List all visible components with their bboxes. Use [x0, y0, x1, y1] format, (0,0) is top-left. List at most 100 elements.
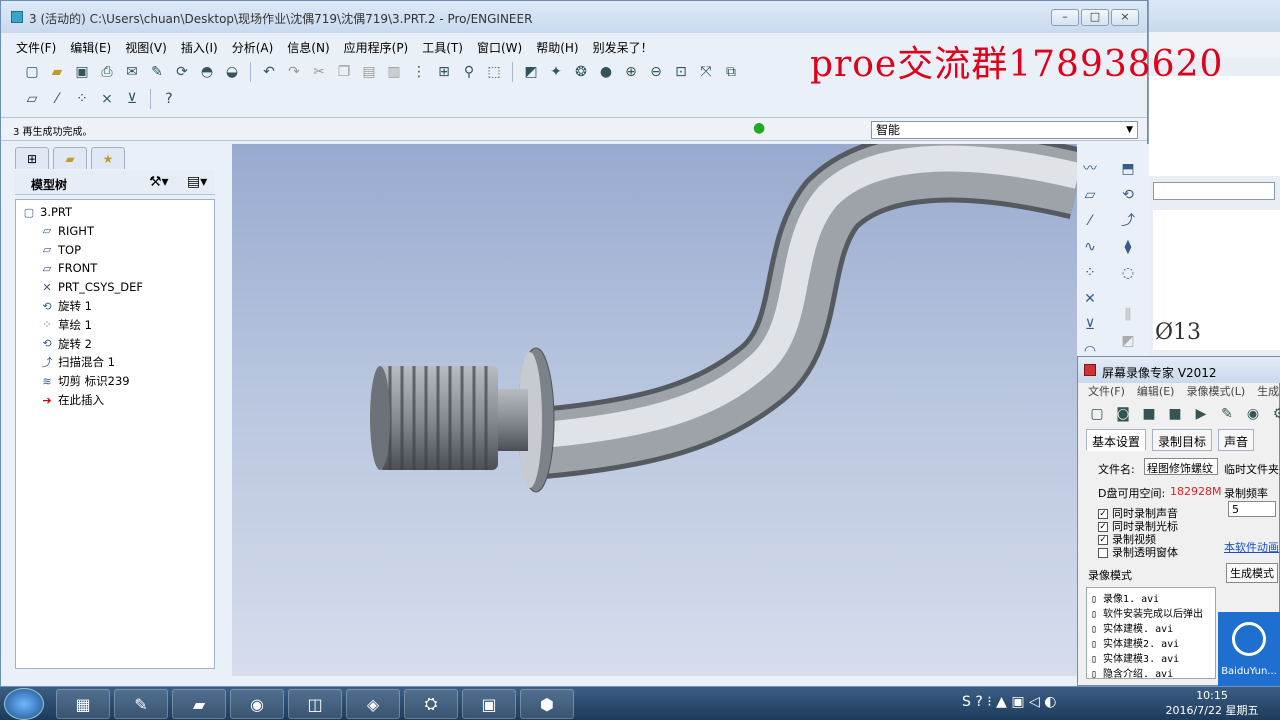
tree-item[interactable]: ≋ 切剪 标识239 [40, 372, 129, 390]
zoom-out-icon[interactable]: ⊖ [645, 61, 667, 83]
menu-item-9[interactable]: 帮助(H) [529, 35, 585, 57]
close-button[interactable]: × [1111, 9, 1139, 26]
recording-list-item[interactable]: ▯ 隐含介绍. avi [1091, 665, 1173, 680]
chrome-taskbar-icon[interactable]: ◉ [230, 689, 284, 719]
menu-item-7[interactable]: 工具(T) [415, 35, 470, 57]
favorites-tab[interactable]: ★ [91, 147, 125, 169]
boundary-icon[interactable]: ◌ [1117, 262, 1139, 284]
revolve-tool-icon[interactable]: ⟲ [1117, 184, 1139, 206]
tree-item[interactable]: ➔ 在此插入 [40, 391, 104, 409]
save-icon[interactable]: ▣ [71, 61, 93, 83]
filename-input[interactable]: 程图修饰螺纹 [1144, 458, 1218, 475]
graphics-viewport[interactable] [232, 130, 1087, 676]
play-icon[interactable]: ■ [1164, 403, 1186, 425]
recorder-tab[interactable]: 声音 [1218, 429, 1255, 451]
tree-item[interactable]: ⟲ 旋转 1 [40, 297, 92, 315]
datum-axis-toggle-icon[interactable]: ⁄ [46, 88, 68, 110]
menu-item-6[interactable]: 应用程序(P) [337, 35, 416, 57]
undo-icon[interactable]: ↶ [258, 61, 280, 83]
menu-item-3[interactable]: 插入(I) [174, 35, 225, 57]
paste-icon[interactable]: ▤ [358, 61, 380, 83]
copy-icon[interactable]: ❐ [333, 61, 355, 83]
recorder-menu-item[interactable]: 生成 [1257, 383, 1279, 401]
calculator-taskbar-icon[interactable]: ▦ [56, 689, 110, 719]
cut-tool-icon[interactable]: ◓ [196, 61, 218, 83]
paste-special-icon[interactable]: ▥ [383, 61, 405, 83]
rate-input[interactable]: 5 [1228, 501, 1276, 517]
datum-plane-toggle-icon[interactable]: ▱ [21, 88, 43, 110]
proe-taskbar-icon[interactable]: ◫ [288, 689, 342, 719]
tree-item[interactable]: ▢ 3.PRT [22, 203, 72, 221]
recording-list-item[interactable]: ▯ 录像1. avi [1091, 590, 1159, 605]
model-tree-tab[interactable]: ⊞ [15, 147, 49, 169]
recording-list-item[interactable]: ▯ 实体建模3. avi [1091, 650, 1179, 665]
folder-browser-tab[interactable]: ▰ [53, 147, 87, 169]
tree-item[interactable]: ⁘ 草绘 1 [40, 316, 92, 334]
blend-icon[interactable]: ⧫ [1117, 236, 1139, 258]
zoom-in-icon[interactable]: ⊕ [620, 61, 642, 83]
sweep-icon[interactable]: ⤴ [1117, 210, 1139, 232]
menu-item-0[interactable]: 文件(F) [9, 35, 63, 57]
stop-icon[interactable]: ◙ [1112, 403, 1134, 425]
merge-icon[interactable]: ◩ [1117, 330, 1139, 352]
menu-item-1[interactable]: 编辑(E) [63, 35, 118, 57]
reorient-icon[interactable]: ⤧ [695, 61, 717, 83]
axis-icon[interactable]: ⁄ [1079, 210, 1101, 232]
recorder-tab[interactable]: 基本设置 [1086, 429, 1147, 451]
select-box-icon[interactable]: ⬚ [483, 61, 505, 83]
maximize-button[interactable]: □ [1081, 9, 1109, 26]
start-button[interactable] [4, 688, 44, 720]
explorer-taskbar-icon[interactable]: ▰ [172, 689, 226, 719]
menu-item-8[interactable]: 窗口(W) [470, 35, 529, 57]
menu-item-4[interactable]: 分析(A) [225, 35, 281, 57]
shading-icon[interactable]: ● [595, 61, 617, 83]
regenerate-icon[interactable]: ⟳ [171, 61, 193, 83]
analysis-icon[interactable]: ⊻ [1079, 314, 1101, 336]
regen-manager-icon[interactable]: ◒ [221, 61, 243, 83]
refit-icon[interactable]: ⊡ [670, 61, 692, 83]
settings-icon[interactable]: ⚙ [1268, 403, 1280, 425]
curve-icon[interactable]: ∿ [1079, 236, 1101, 258]
recording-list-item[interactable]: ▯ 软件安装完成以后弹出 [1091, 605, 1203, 620]
recorder-menu-item[interactable]: 录像模式(L) [1186, 383, 1245, 401]
option-checkbox[interactable]: 录制透明窗体 [1098, 544, 1178, 560]
edit-icon[interactable]: ✎ [146, 61, 168, 83]
new-file-icon[interactable]: ▢ [21, 61, 43, 83]
spin-center-icon[interactable]: ✦ [545, 61, 567, 83]
help-link[interactable]: 本软件动画 [1224, 539, 1279, 555]
recorder-menu-item[interactable]: 编辑(E) [1137, 383, 1175, 401]
scissors-icon[interactable]: ✂ [308, 61, 330, 83]
open-folder-icon[interactable]: ▰ [46, 61, 68, 83]
send-mail-icon[interactable]: ✉ [121, 61, 143, 83]
csys-toggle-icon[interactable]: ⨯ [96, 88, 118, 110]
minimize-button[interactable]: – [1051, 9, 1079, 26]
recording-list-item[interactable]: ▯ 实体建模2. avi [1091, 635, 1179, 650]
binoculars-icon[interactable]: ⚲ [458, 61, 480, 83]
clock[interactable]: 10:15 2016/7/22 星期五 [1160, 688, 1264, 718]
recorder-taskbar-icon[interactable]: ⛭ [404, 689, 458, 719]
select-tree-icon[interactable]: ⋮ [408, 61, 430, 83]
tree-item[interactable]: ⟲ 旋转 2 [40, 335, 92, 353]
orient-mode-icon[interactable]: ❂ [570, 61, 592, 83]
csys-tool-icon[interactable]: ✕ [1079, 288, 1101, 310]
menu-item-2[interactable]: 视图(V) [118, 35, 174, 57]
gen-mode-button[interactable]: 生成模式 [1226, 563, 1278, 583]
sketch-curve-icon[interactable]: 〰 [1079, 158, 1101, 180]
app-taskbar-icon[interactable]: ◈ [346, 689, 400, 719]
tree-settings-icon[interactable]: ⚒▾ [149, 174, 169, 190]
new-icon[interactable]: ▢ [1086, 403, 1108, 425]
tree-item[interactable]: ▱ FRONT [40, 259, 98, 277]
context-help-icon[interactable]: ? [158, 88, 180, 110]
baiduyun-tile[interactable]: BaiduYun... [1218, 612, 1280, 686]
menu-item-10[interactable]: 别发呆了！ [586, 35, 660, 57]
recording-list-item[interactable]: ▯ 实体建模. avi [1091, 620, 1173, 635]
recorder-menu-item[interactable]: 文件(F) [1088, 383, 1125, 401]
pen-taskbar-icon[interactable]: ✎ [114, 689, 168, 719]
plane-icon[interactable]: ▱ [1079, 184, 1101, 206]
extrude-icon[interactable]: ⬒ [1117, 158, 1139, 180]
tools-icon[interactable]: ✎ [1216, 403, 1238, 425]
datum-point-toggle-icon[interactable]: ⁘ [71, 88, 93, 110]
redo-icon[interactable]: ↷ [283, 61, 305, 83]
mirror-icon[interactable]: ⫼ [1117, 304, 1139, 326]
repaint-icon[interactable]: ◩ [520, 61, 542, 83]
